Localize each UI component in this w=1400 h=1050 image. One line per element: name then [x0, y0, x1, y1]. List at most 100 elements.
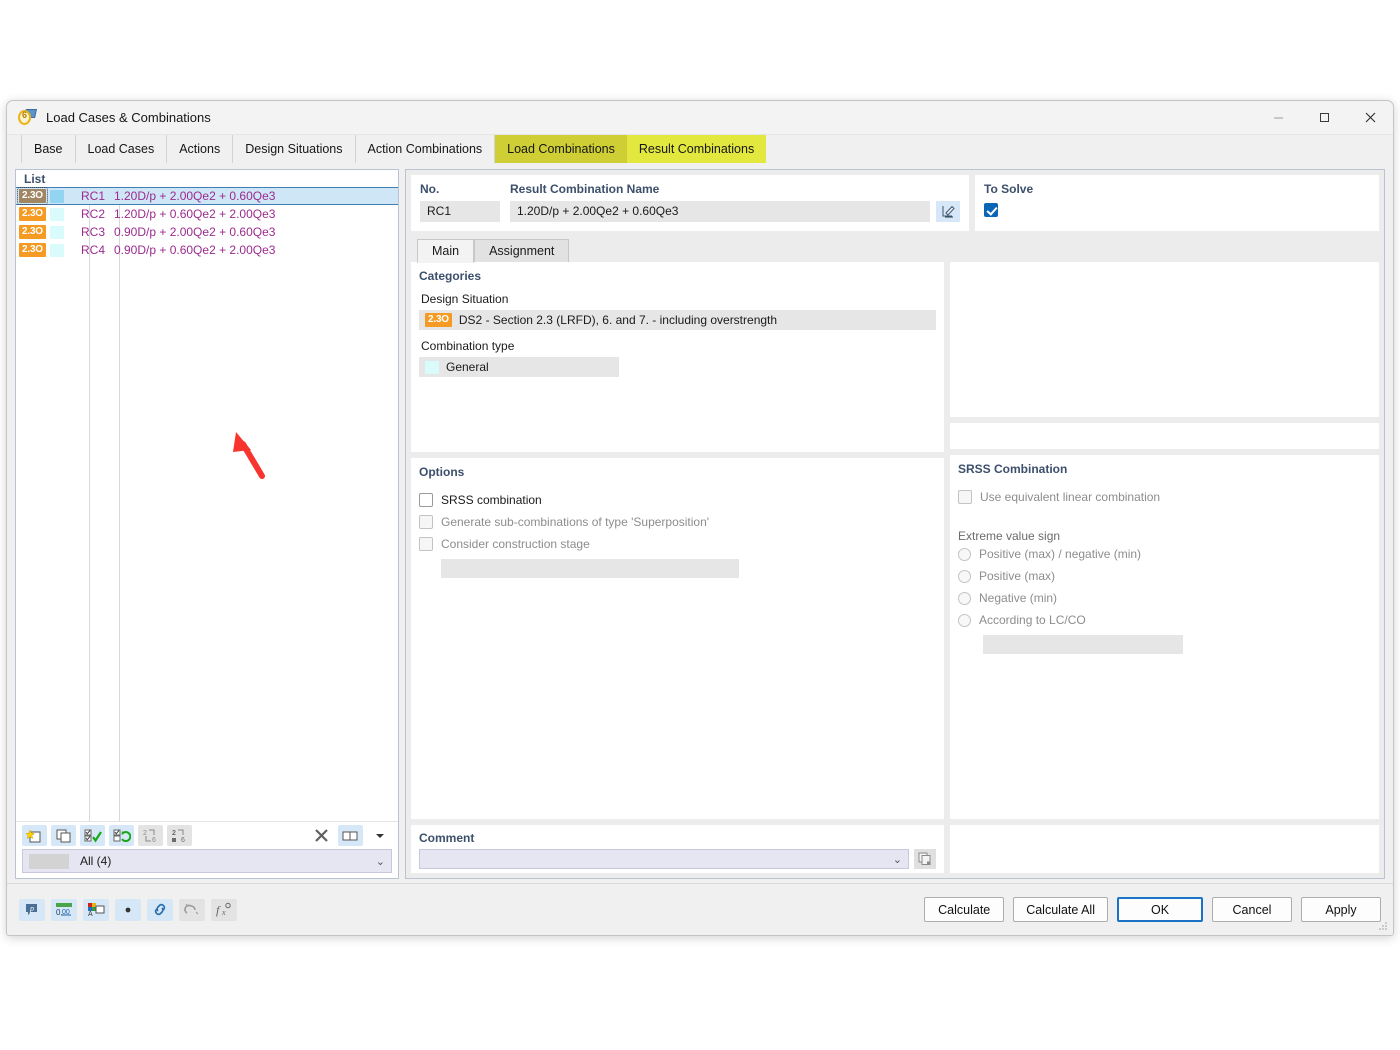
new-item-icon[interactable]: [22, 825, 47, 846]
table-row[interactable]: 2.3O RC1 1.20D/p + 2.00Qe2 + 0.60Qe3: [16, 187, 398, 205]
tab-assignment[interactable]: Assignment: [474, 239, 570, 262]
sort-icon[interactable]: 2 6: [167, 825, 192, 846]
radio-label: Negative (min): [979, 591, 1058, 605]
combination-type-value-row[interactable]: General: [419, 357, 619, 377]
panel-area: Categories Design Situation 2.3O DS2 - S…: [411, 262, 1379, 873]
tab-result-combinations[interactable]: Result Combinations: [626, 135, 767, 163]
design-situation-cell: 2.3O: [16, 225, 73, 239]
radio-button: [958, 547, 971, 561]
display-properties-icon[interactable]: A: [83, 898, 109, 921]
option-generate-subcombinations: Generate sub-combinations of type 'Super…: [419, 515, 936, 529]
comment-title: Comment: [419, 831, 475, 845]
srss-combination-checkbox[interactable]: [419, 493, 433, 507]
tab-base[interactable]: Base: [21, 135, 76, 163]
no-label: No.: [420, 182, 440, 196]
window-title: Load Cases & Combinations: [46, 110, 211, 125]
renumber-icon[interactable]: 2 6: [138, 825, 163, 846]
close-button[interactable]: [1347, 101, 1393, 135]
extreme-value-sign-label: Extreme value sign: [958, 529, 1061, 543]
design-situation-label: Design Situation: [421, 292, 509, 306]
row-number: RC3: [80, 225, 105, 239]
tab-load-cases[interactable]: Load Cases: [76, 135, 168, 163]
tab-load-combinations[interactable]: Load Combinations: [495, 135, 627, 163]
ok-button[interactable]: OK: [1117, 897, 1203, 922]
empty-panel-strip: [950, 423, 1379, 449]
chevron-down-icon[interactable]: ⌄: [893, 853, 902, 866]
calculate-all-button[interactable]: Calculate All: [1013, 897, 1108, 922]
radio-positive-max: Positive (max): [958, 569, 1371, 583]
to-solve-checkbox[interactable]: [984, 202, 998, 217]
formula-icon[interactable]: f x: [211, 898, 237, 921]
units-icon[interactable]: 0, 00: [51, 898, 77, 921]
tab-main[interactable]: Main: [417, 239, 475, 263]
list-header: List: [16, 170, 398, 187]
design-situation-cell: 2.3O: [16, 207, 73, 221]
design-situation-value: DS2 - Section 2.3 (LRFD), 6. and 7. - in…: [458, 313, 778, 327]
snap-icon[interactable]: [179, 898, 205, 921]
chevron-down-icon[interactable]: ⌄: [376, 855, 385, 868]
list-filter-dropdown[interactable]: All (4) ⌄: [22, 849, 392, 873]
ds-badge: 2.3O: [19, 207, 46, 221]
row-number: RC1: [80, 189, 105, 203]
info-bubble-icon[interactable]: p: [19, 898, 45, 921]
cancel-button[interactable]: Cancel: [1212, 897, 1292, 922]
option-srss-combination[interactable]: SRSS combination: [419, 493, 936, 507]
svg-text:2: 2: [143, 830, 147, 837]
design-situation-value-row[interactable]: 2.3O DS2 - Section 2.3 (LRFD), 6. and 7.…: [419, 310, 936, 330]
apply-button[interactable]: Apply: [1301, 897, 1381, 922]
select-all-icon[interactable]: [80, 825, 105, 846]
link-icon[interactable]: [147, 898, 173, 921]
row-expression: 1.20D/p + 2.00Qe2 + 0.60Qe3: [114, 189, 276, 203]
radio-label: According to LC/CO: [979, 613, 1086, 627]
lc-co-field: [983, 635, 1183, 654]
delete-icon[interactable]: [309, 825, 334, 846]
tab-design-situations[interactable]: Design Situations: [233, 135, 356, 163]
inner-tab-strip: Main Assignment: [411, 238, 1379, 263]
result-combination-name-input[interactable]: 1.20D/p + 2.00Qe2 + 0.60Qe3: [510, 201, 930, 222]
radio-button: [958, 591, 971, 605]
invert-selection-icon[interactable]: [109, 825, 134, 846]
table-row[interactable]: 2.3O RC3 0.90D/p + 2.00Qe2 + 0.60Qe3: [16, 223, 398, 241]
title-bar: Load Cases & Combinations: [7, 101, 1393, 135]
table-row[interactable]: 2.3O RC4 0.90D/p + 0.60Qe2 + 2.00Qe3: [16, 241, 398, 259]
comment-input[interactable]: ⌄: [419, 849, 909, 869]
view-columns-icon[interactable]: [338, 825, 363, 846]
footer-button-group: Calculate Calculate All OK Cancel Apply: [924, 897, 1381, 922]
header-fields-row: No. RC1 Result Combination Name 1.20D/p …: [411, 175, 1379, 231]
dropdown-caret-icon[interactable]: [367, 825, 392, 846]
options-title: Options: [419, 465, 465, 479]
radio-according-to-lc-co: According to LC/CO: [958, 613, 1371, 627]
calculate-button[interactable]: Calculate: [924, 897, 1005, 922]
table-row[interactable]: 2.3O RC2 1.20D/p + 0.60Qe2 + 2.00Qe3: [16, 205, 398, 223]
list-body[interactable]: 2.3O RC1 1.20D/p + 2.00Qe2 + 0.60Qe3 2.3…: [16, 187, 398, 821]
load-cases-icon: [17, 108, 37, 128]
no-field-block: No. RC1: [420, 182, 500, 222]
color-chip: [49, 207, 64, 221]
copy-comment-icon[interactable]: [914, 849, 936, 869]
radio-positive-max-negative-min: Positive (max) / negative (min): [958, 547, 1371, 561]
edit-pencil-icon[interactable]: [936, 201, 960, 222]
categories-title: Categories: [419, 269, 482, 283]
option-label: Generate sub-combinations of type 'Super…: [441, 515, 710, 529]
ds-badge: 2.3O: [19, 243, 46, 257]
empty-panel-top: [950, 262, 1379, 417]
minimize-button[interactable]: [1255, 101, 1301, 135]
ds-badge: 2.3O: [19, 225, 46, 239]
footer-tool-group: p 0, 00 A f x: [19, 898, 237, 921]
resize-grip[interactable]: [1377, 920, 1389, 932]
svg-text:x: x: [221, 908, 226, 917]
dialog-window: Load Cases & Combinations Base Load Case…: [6, 100, 1394, 936]
maximize-button[interactable]: [1301, 101, 1347, 135]
tab-actions[interactable]: Actions: [167, 135, 234, 163]
dot-icon[interactable]: [115, 898, 141, 921]
tab-action-combinations[interactable]: Action Combinations: [356, 135, 496, 163]
filter-label: All (4): [80, 854, 112, 868]
dialog-body: List 2.3O RC1 1.20D/p + 2.00Qe2 + 0.60Qe…: [7, 163, 1393, 883]
design-situation-cell: 2.3O: [16, 187, 73, 205]
copy-item-icon[interactable]: [51, 825, 76, 846]
radio-label: Positive (max): [979, 569, 1056, 583]
srss-combination-group: SRSS Combination Use equivalent linear c…: [950, 455, 1379, 819]
no-input[interactable]: RC1: [420, 201, 500, 222]
row-number: RC2: [80, 207, 105, 221]
svg-text:A: A: [88, 911, 93, 917]
